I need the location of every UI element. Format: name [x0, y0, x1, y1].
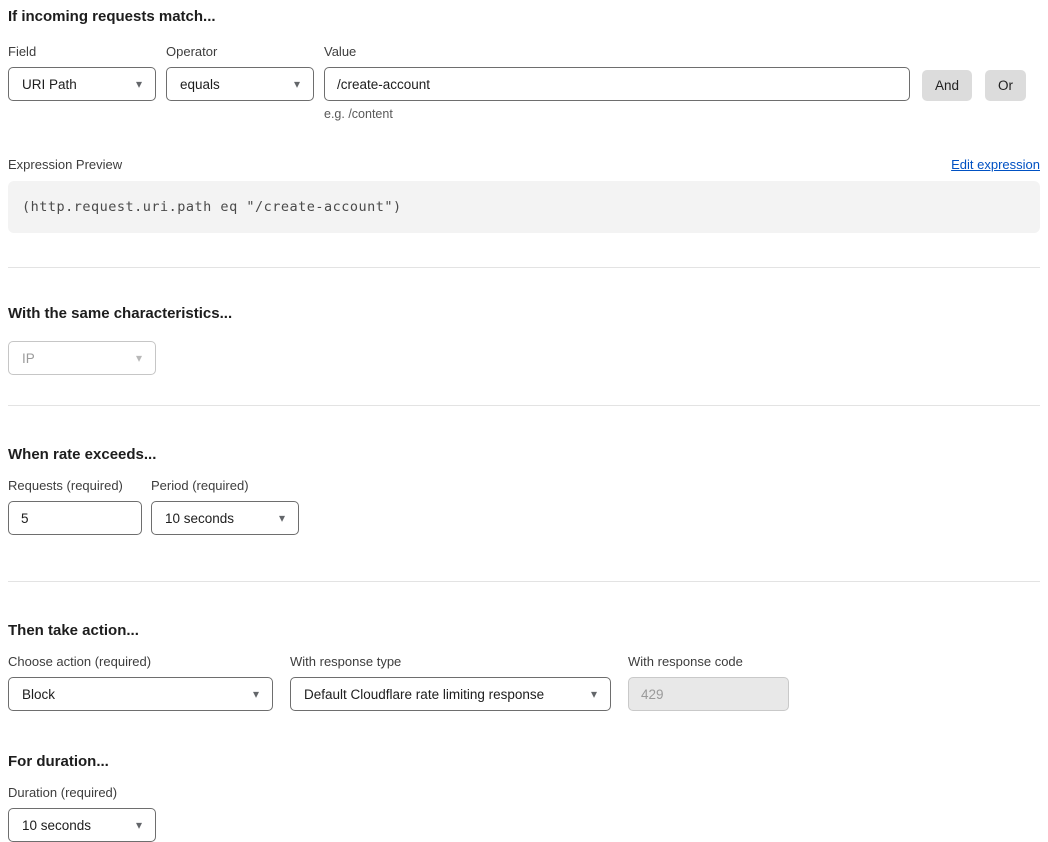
section-divider: [8, 267, 1040, 268]
rate-row: Requests (required) Period (required) 10…: [8, 478, 1040, 535]
chevron-down-icon: ▾: [136, 819, 142, 831]
duration-group: Duration (required) 10 seconds ▾: [8, 785, 1040, 842]
operator-select[interactable]: equals ▾: [166, 67, 314, 101]
and-button[interactable]: And: [922, 70, 972, 101]
period-label: Period (required): [151, 478, 299, 494]
chevron-down-icon: ▾: [591, 688, 597, 700]
response-code-input: [628, 677, 789, 711]
period-group: Period (required) 10 seconds ▾: [151, 478, 299, 535]
or-button[interactable]: Or: [985, 70, 1026, 101]
section-title-rate: When rate exceeds...: [8, 446, 1040, 464]
period-select-value: 10 seconds: [165, 511, 234, 526]
response-code-label: With response code: [628, 654, 789, 670]
expression-preview-box: (http.request.uri.path eq "/create-accou…: [8, 181, 1040, 233]
edit-expression-link[interactable]: Edit expression: [951, 157, 1040, 172]
section-title-characteristics: With the same characteristics...: [8, 305, 1040, 323]
field-label: Field: [8, 44, 156, 60]
chevron-down-icon: ▾: [294, 78, 300, 90]
field-select[interactable]: URI Path ▾: [8, 67, 156, 101]
section-title-duration: For duration...: [8, 753, 1040, 771]
response-code-group: With response code: [628, 654, 789, 711]
duration-select[interactable]: 10 seconds ▾: [8, 808, 156, 842]
period-select[interactable]: 10 seconds ▾: [151, 501, 299, 535]
response-type-select-value: Default Cloudflare rate limiting respons…: [304, 687, 544, 702]
chevron-down-icon: ▾: [136, 78, 142, 90]
characteristic-select-value: IP: [22, 351, 35, 366]
and-or-buttons: And Or: [922, 68, 1026, 102]
operator-label: Operator: [166, 44, 314, 60]
requests-input[interactable]: [8, 501, 142, 535]
expression-preview-label: Expression Preview: [8, 157, 122, 173]
response-type-select[interactable]: Default Cloudflare rate limiting respons…: [290, 677, 611, 711]
requests-label: Requests (required): [8, 478, 142, 494]
action-row: Choose action (required) Block ▾ With re…: [8, 654, 1040, 711]
expression-preview-row: Expression Preview Edit expression: [8, 157, 1040, 173]
choose-action-group: Choose action (required) Block ▾: [8, 654, 273, 711]
duration-select-value: 10 seconds: [22, 818, 91, 833]
section-divider: [8, 405, 1040, 406]
requests-group: Requests (required): [8, 478, 142, 535]
match-condition-row: Field URI Path ▾ Operator equals ▾ Value…: [8, 44, 1040, 122]
characteristic-select: IP ▾: [8, 341, 156, 375]
chevron-down-icon: ▾: [136, 352, 142, 364]
value-label: Value: [324, 44, 910, 60]
value-input[interactable]: [324, 67, 910, 101]
response-type-group: With response type Default Cloudflare ra…: [290, 654, 611, 711]
chevron-down-icon: ▾: [279, 512, 285, 524]
section-divider: [8, 581, 1040, 582]
expression-code: (http.request.uri.path eq "/create-accou…: [22, 199, 402, 215]
section-title-action: Then take action...: [8, 622, 1040, 640]
operator-select-value: equals: [180, 77, 220, 92]
field-group: Field URI Path ▾: [8, 44, 156, 101]
choose-action-select[interactable]: Block ▾: [8, 677, 273, 711]
choose-action-label: Choose action (required): [8, 654, 273, 670]
field-select-value: URI Path: [22, 77, 77, 92]
value-group: Value e.g. /content: [324, 44, 910, 122]
response-type-label: With response type: [290, 654, 611, 670]
section-title-match: If incoming requests match...: [8, 8, 1040, 26]
duration-label: Duration (required): [8, 785, 1040, 801]
choose-action-select-value: Block: [22, 687, 55, 702]
chevron-down-icon: ▾: [253, 688, 259, 700]
operator-group: Operator equals ▾: [166, 44, 314, 101]
value-hint: e.g. /content: [324, 107, 910, 122]
